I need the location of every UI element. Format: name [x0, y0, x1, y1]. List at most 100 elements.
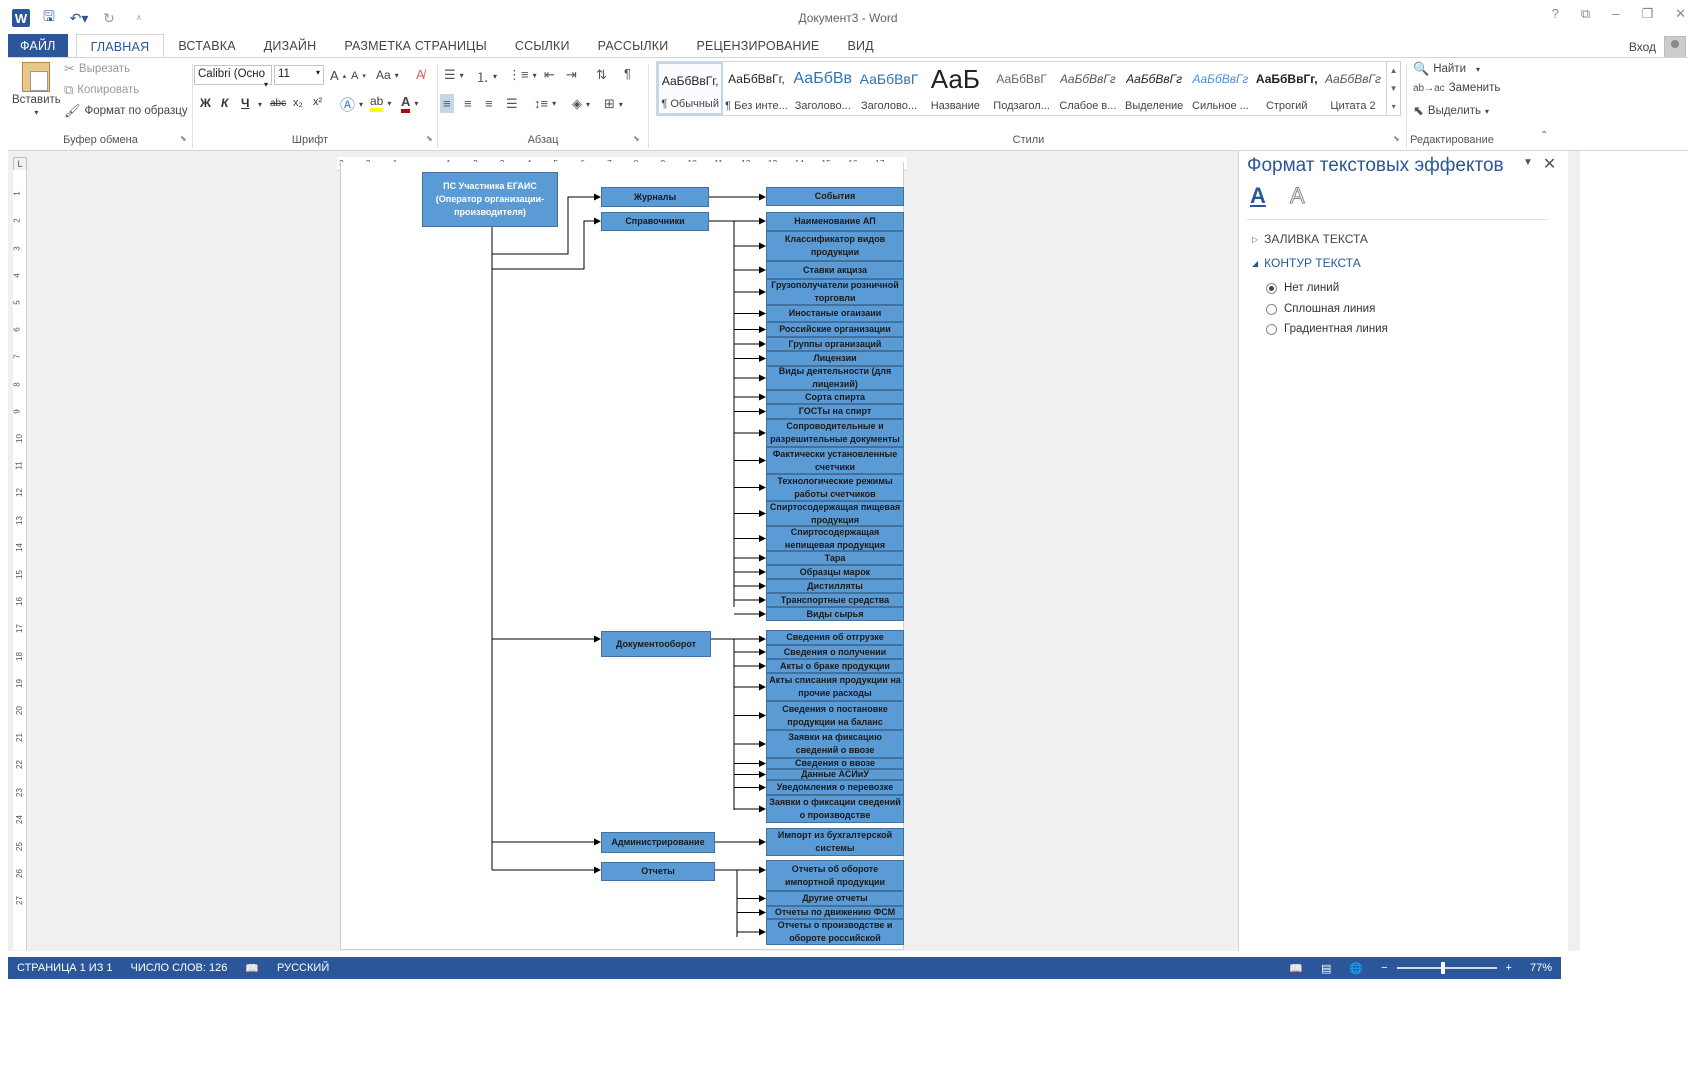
- ref-item-box[interactable]: Виды деятельности (для лицензий): [766, 366, 904, 390]
- paste-button[interactable]: Вставить ▾: [12, 62, 61, 117]
- ribbon-display-button[interactable]: ⧉: [1581, 6, 1590, 22]
- ref-item-box[interactable]: Лицензии: [766, 351, 904, 366]
- font-size-combo[interactable]: 11 ▾: [274, 65, 324, 85]
- decrease-indent-button[interactable]: ⇤: [544, 67, 555, 83]
- tab-design[interactable]: ДИЗАЙН: [250, 34, 331, 58]
- clipboard-launcher-icon[interactable]: ⬊: [180, 134, 187, 143]
- line-spacing-button[interactable]: ↕≡ ▾: [534, 96, 556, 111]
- gallery-more-icon[interactable]: ▾: [1392, 102, 1396, 111]
- style-quote-2[interactable]: АаБбВвГг Цитата 2: [1320, 62, 1386, 115]
- restore-button[interactable]: ❐: [1641, 6, 1653, 22]
- font-color-button[interactable]: A ▾: [401, 94, 418, 113]
- cut-button[interactable]: ✂ Вырезать: [64, 61, 130, 77]
- vertical-scrollbar[interactable]: [1568, 151, 1580, 951]
- doc-item-box[interactable]: Сведения о получении: [766, 645, 904, 659]
- text-effects-icon[interactable]: A: [1290, 183, 1306, 209]
- gradient-line-radio[interactable]: Градиентная линия: [1266, 323, 1388, 335]
- replace-button[interactable]: ab→ac Заменить: [1413, 82, 1500, 94]
- numbering-button[interactable]: ⒈ ▾: [476, 67, 497, 86]
- journals-box[interactable]: Журналы: [601, 187, 709, 207]
- ref-item-box[interactable]: Спиртосодержащая непищевая продукция: [766, 526, 904, 551]
- tab-file[interactable]: ФАЙЛ: [8, 34, 68, 58]
- align-left-button[interactable]: ≡: [440, 94, 454, 113]
- highlight-button[interactable]: ab ▾: [370, 94, 391, 112]
- doc-item-box[interactable]: Сведения об отгрузке: [766, 630, 904, 645]
- style-heading-2[interactable]: АаБбВвГ Заголово...: [856, 62, 922, 115]
- ref-item-box[interactable]: Группы организаций: [766, 337, 904, 351]
- style-normal[interactable]: АаБбВвГг, ¶ Обычный: [657, 62, 724, 115]
- font-name-combo[interactable]: Calibri (Осно ▾: [194, 65, 272, 89]
- paste-dropdown-icon[interactable]: ▾: [34, 108, 38, 117]
- subscript-button[interactable]: x₂: [293, 97, 303, 109]
- ref-item-box[interactable]: Спиртосодержащая пищевая продукция: [766, 501, 904, 526]
- bullets-button[interactable]: ☰ ▾: [444, 67, 464, 83]
- increase-indent-button[interactable]: ⇥: [566, 67, 577, 83]
- ref-item-box[interactable]: Фактически установленные счетчики: [766, 447, 904, 474]
- doc-item-box[interactable]: Заявки на фиксацию сведений о ввозе: [766, 730, 904, 758]
- admin-item-box[interactable]: Импорт из бухгалтерской системы: [766, 828, 904, 856]
- word-count[interactable]: ЧИСЛО СЛОВ: 126: [122, 962, 237, 974]
- proofing-icon[interactable]: 📖: [236, 962, 268, 975]
- tab-mailings[interactable]: РАССЫЛКИ: [584, 34, 683, 58]
- print-layout-icon[interactable]: ▤: [1312, 962, 1340, 975]
- text-outline-section[interactable]: ◢ КОНТУР ТЕКСТА: [1252, 256, 1361, 270]
- vertical-ruler[interactable]: 1 2 3 4 5 6 7 8 9 10 11 12 13 14 15 16 17 18 19 20 21 22 23 24 2…: [13, 170, 27, 950]
- grow-font-button[interactable]: A ▴: [330, 68, 346, 83]
- copy-button[interactable]: ⧉ Копировать: [64, 82, 139, 98]
- ref-item-box[interactable]: Грузополучатели розничной торговли: [766, 279, 904, 305]
- sign-in[interactable]: Вход: [1629, 36, 1686, 58]
- tab-layout[interactable]: РАЗМЕТКА СТРАНИЦЫ: [330, 34, 501, 58]
- tab-review[interactable]: РЕЦЕНЗИРОВАНИЕ: [682, 34, 833, 58]
- bold-button[interactable]: Ж: [200, 96, 211, 110]
- shading-button[interactable]: ◈ ▾: [572, 96, 590, 112]
- report-item-box[interactable]: Отчеты об обороте импортной продукции: [766, 860, 904, 891]
- report-item-box[interactable]: Отчеты о производстве и обороте российск…: [766, 919, 904, 945]
- style-heading-1[interactable]: АаБбВв Заголово...: [790, 62, 856, 115]
- font-size-dropdown-icon[interactable]: ▾: [316, 68, 320, 77]
- zoom-out-icon[interactable]: −: [1372, 962, 1396, 974]
- underline-dropdown-icon[interactable]: ▾: [258, 100, 262, 109]
- zoom-in-icon[interactable]: +: [1497, 962, 1521, 974]
- no-line-radio[interactable]: Нет линий: [1266, 282, 1339, 294]
- shrink-font-button[interactable]: A ▾: [351, 70, 366, 82]
- ref-item-box[interactable]: Транспортные средства: [766, 593, 904, 607]
- pane-options-icon[interactable]: ▼: [1523, 157, 1533, 174]
- ref-item-box[interactable]: Наименование АП: [766, 212, 904, 231]
- change-case-button[interactable]: Aa ▾: [376, 68, 399, 82]
- report-item-box[interactable]: Отчеты по движению ФСМ: [766, 906, 904, 919]
- gallery-down-icon[interactable]: ▼: [1390, 84, 1398, 93]
- docs-box[interactable]: Документооборот: [601, 631, 711, 657]
- doc-item-box[interactable]: Акты о браке продукции: [766, 659, 904, 673]
- style-emphasis[interactable]: АаБбВвГг Выделение: [1121, 62, 1187, 115]
- ref-item-box[interactable]: Сорта спирта: [766, 390, 904, 404]
- close-button[interactable]: ✕: [1675, 6, 1686, 22]
- font-name-dropdown-icon[interactable]: ▾: [264, 80, 268, 89]
- events-box[interactable]: События: [766, 187, 904, 206]
- styles-launcher-icon[interactable]: ⬊: [1393, 134, 1400, 143]
- ref-item-box[interactable]: Ставки акциза: [766, 261, 904, 279]
- find-button[interactable]: 🔍 Найти ▾: [1413, 61, 1480, 77]
- tab-home[interactable]: ГЛАВНАЯ: [75, 34, 165, 58]
- ref-item-box[interactable]: Виды сырья: [766, 607, 904, 621]
- font-launcher-icon[interactable]: ⬊: [426, 134, 433, 143]
- read-mode-icon[interactable]: 📖: [1280, 962, 1312, 975]
- style-subtle-emphasis[interactable]: АаБбВвГг Слабое в...: [1055, 62, 1121, 115]
- style-strong[interactable]: АаБбВвГг, Строгий: [1254, 62, 1320, 115]
- ref-item-box[interactable]: Российские организации: [766, 322, 904, 337]
- doc-item-box[interactable]: Сведения о ввозе: [766, 758, 904, 769]
- ref-item-box[interactable]: Технологические режимы работы счетчиков: [766, 474, 904, 501]
- tab-selector[interactable]: L: [13, 157, 27, 171]
- italic-button[interactable]: К: [221, 96, 228, 110]
- gallery-up-icon[interactable]: ▲: [1390, 66, 1398, 75]
- format-painter-button[interactable]: 🖌 Формат по образцу: [64, 103, 188, 119]
- help-button[interactable]: ?: [1552, 6, 1559, 22]
- style-no-spacing[interactable]: АаБбВвГг, ¶ Без инте...: [723, 62, 789, 115]
- ref-item-box[interactable]: Сопроводительные и разрешительные докуме…: [766, 419, 904, 447]
- doc-item-box[interactable]: Заявки о фиксации сведений о производств…: [766, 795, 904, 823]
- align-center-button[interactable]: ≡: [464, 96, 472, 111]
- pane-close-icon[interactable]: ✕: [1543, 154, 1556, 174]
- doc-item-box[interactable]: Акты списания продукции на прочие расход…: [766, 673, 904, 701]
- borders-button[interactable]: ⊞ ▾: [604, 96, 623, 112]
- zoom-level[interactable]: 77%: [1521, 962, 1561, 974]
- tab-view[interactable]: ВИД: [833, 34, 887, 58]
